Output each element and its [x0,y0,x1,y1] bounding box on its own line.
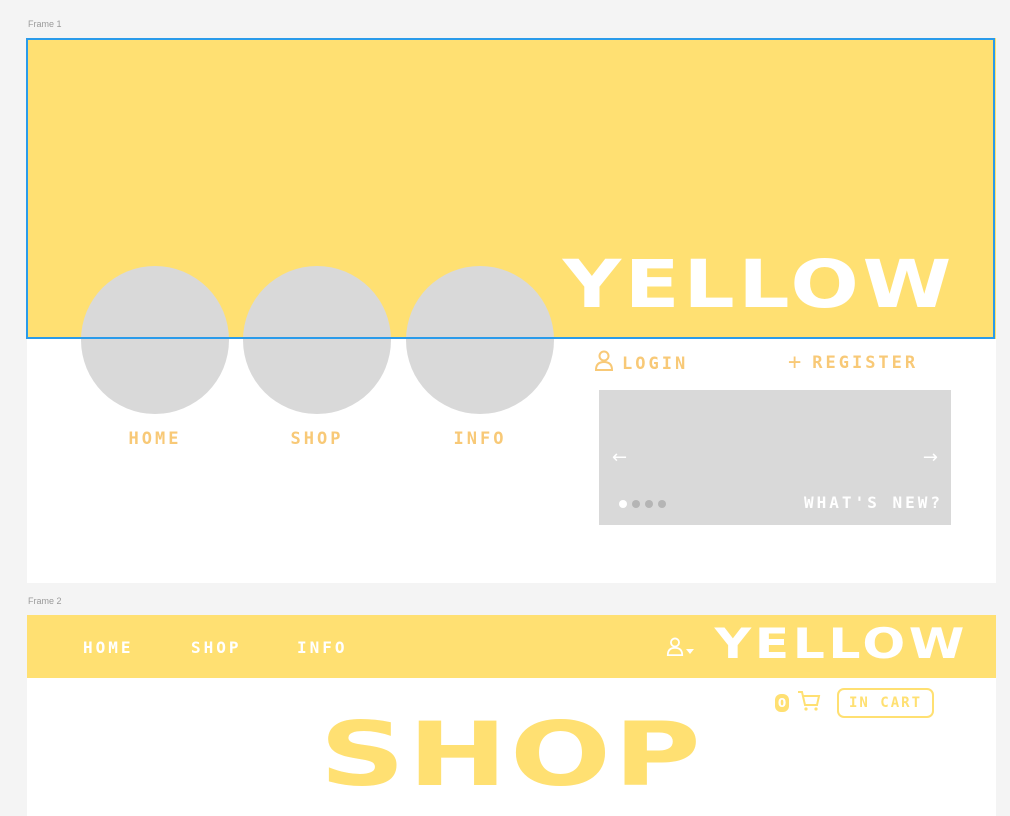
register-link[interactable]: + REGISTER [788,350,918,375]
frame-2: HOME SHOP INFO YELLOW 0 IN CART SHOP [27,615,996,816]
cart-count-badge: 0 [775,694,789,712]
register-label: REGISTER [812,352,919,373]
carousel-dot[interactable] [619,500,627,508]
login-link[interactable]: LOGIN [594,350,688,377]
carousel-dot[interactable] [658,500,666,508]
nav-home-label[interactable]: HOME [81,429,229,449]
frame-1-label: Frame 1 [28,19,62,29]
user-icon [594,350,614,377]
nav-info-link[interactable]: INFO [297,638,348,657]
carousel-dot[interactable] [632,500,640,508]
frame-2-label: Frame 2 [28,596,62,606]
page-title: SHOP [319,703,704,806]
carousel-caption: WHAT'S NEW? [804,493,943,512]
plus-icon: + [788,350,805,375]
brand-logo: YELLOW [714,619,968,668]
arrow-right-icon[interactable]: → [923,447,938,468]
login-label: LOGIN [622,353,689,374]
carousel-dots [619,500,666,508]
nav-info-label[interactable]: INFO [406,429,554,449]
top-navbar: HOME SHOP INFO YELLOW [27,615,996,678]
nav-shop-label[interactable]: SHOP [243,429,391,449]
carousel-dot[interactable] [645,500,653,508]
arrow-left-icon[interactable]: ← [612,447,627,468]
selection-outline [26,38,995,339]
nav-home-link[interactable]: HOME [83,638,134,657]
whats-new-carousel[interactable]: ← → WHAT'S NEW? [599,390,951,525]
nav-shop-link[interactable]: SHOP [191,638,242,657]
